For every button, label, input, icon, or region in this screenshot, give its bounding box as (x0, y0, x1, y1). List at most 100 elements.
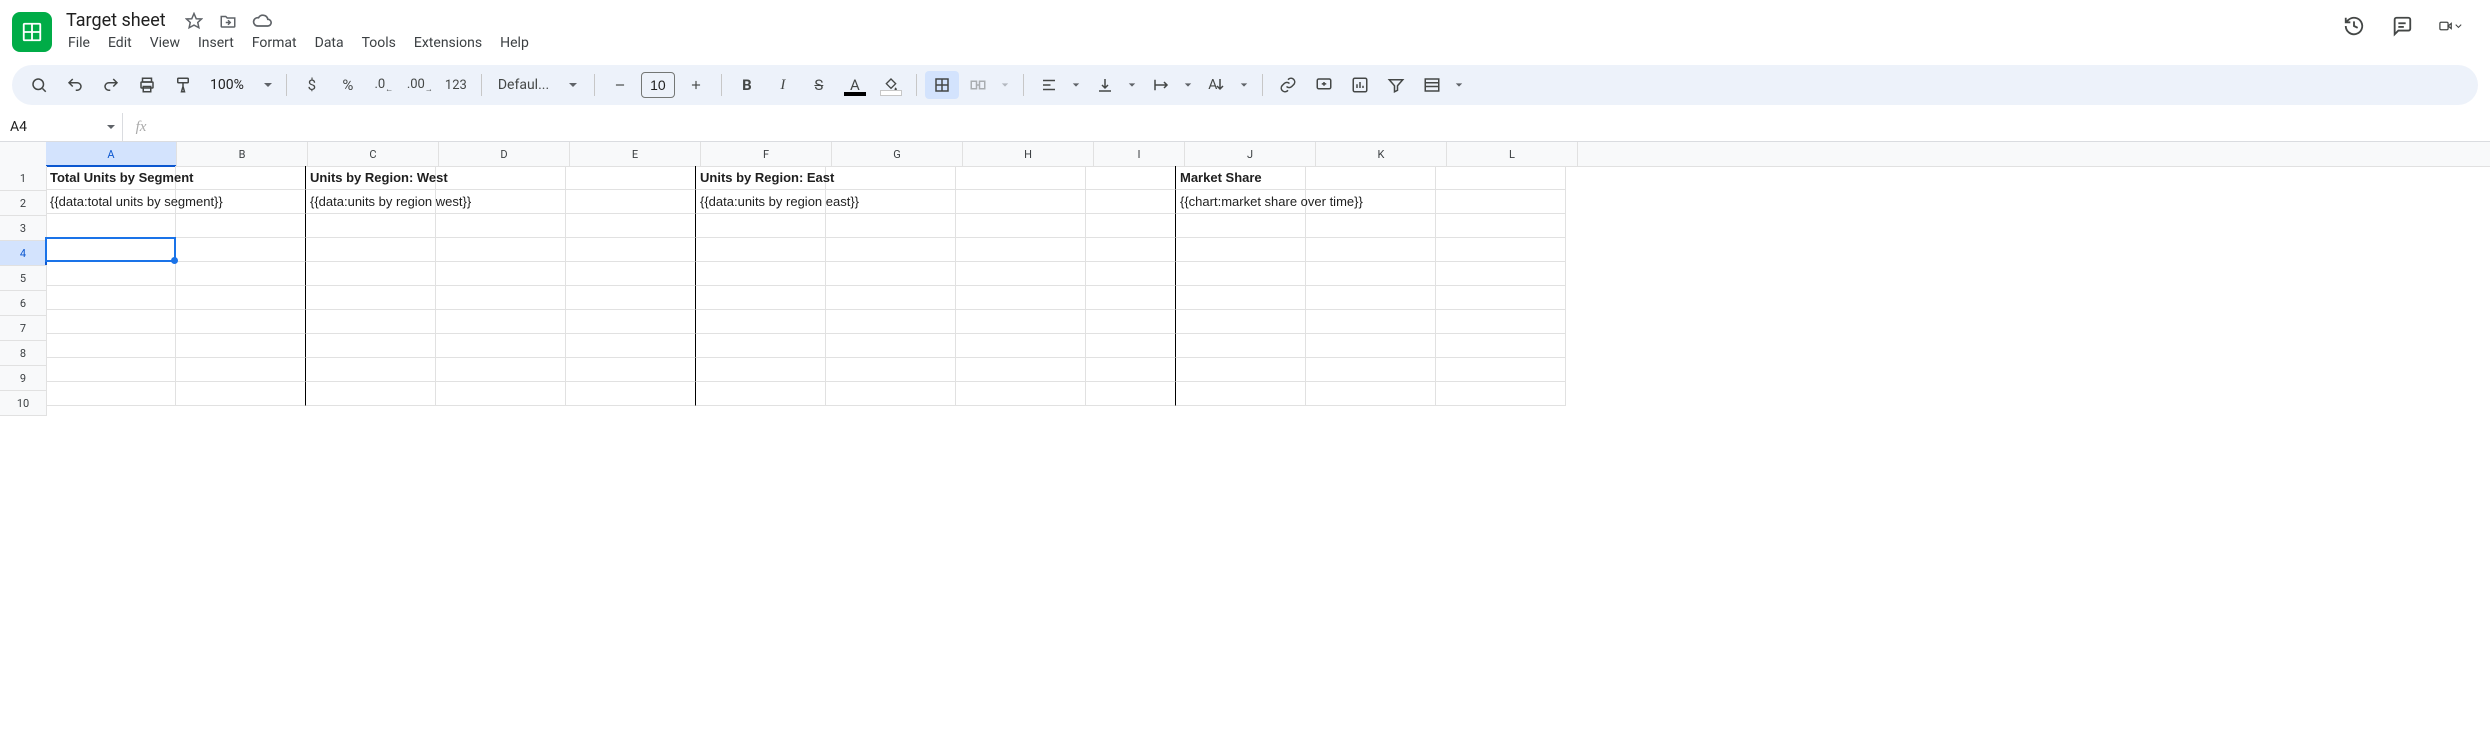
fill-color-button[interactable] (874, 71, 908, 99)
col-header-D[interactable]: D (439, 142, 570, 166)
text-rotation-button[interactable]: A (1200, 71, 1234, 99)
cell-H1[interactable] (956, 166, 1086, 190)
cell-E4[interactable] (566, 238, 696, 262)
cell-J1[interactable]: Market Share (1176, 166, 1306, 190)
cell-C9[interactable] (306, 358, 436, 382)
cell-I10[interactable] (1086, 382, 1176, 406)
cell-K5[interactable] (1306, 262, 1436, 286)
cell-C6[interactable] (306, 286, 436, 310)
menu-tools[interactable]: Tools (354, 31, 404, 55)
cell-D4[interactable] (436, 238, 566, 262)
cell-I9[interactable] (1086, 358, 1176, 382)
increase-decimal-button[interactable]: .00→ (403, 71, 437, 99)
row-header-5[interactable]: 5 (0, 266, 46, 291)
menu-data[interactable]: Data (307, 31, 352, 55)
font-size-input[interactable] (641, 72, 675, 98)
v-align-dropdown-icon[interactable] (1122, 81, 1142, 89)
cell-B3[interactable] (176, 214, 306, 238)
cell-B1[interactable] (176, 166, 306, 190)
cell-L7[interactable] (1436, 310, 1566, 334)
paint-format-button[interactable] (166, 71, 200, 99)
more-formats-button[interactable]: 123 (439, 71, 473, 99)
print-button[interactable] (130, 71, 164, 99)
cell-E2[interactable] (566, 190, 696, 214)
cell-E5[interactable] (566, 262, 696, 286)
star-icon[interactable] (182, 9, 206, 33)
cell-A2[interactable]: {{data:total units by segment}} (46, 190, 176, 214)
menu-edit[interactable]: Edit (100, 31, 140, 55)
cell-H2[interactable] (956, 190, 1086, 214)
cell-G2[interactable] (826, 190, 956, 214)
cell-J8[interactable] (1176, 334, 1306, 358)
redo-button[interactable] (94, 71, 128, 99)
cell-D7[interactable] (436, 310, 566, 334)
formula-bar-input[interactable] (159, 113, 2490, 141)
cell-I1[interactable] (1086, 166, 1176, 190)
cell-K4[interactable] (1306, 238, 1436, 262)
cell-C1[interactable]: Units by Region: West (306, 166, 436, 190)
borders-button[interactable] (925, 71, 959, 99)
insert-comment-button[interactable] (1307, 71, 1341, 99)
menu-view[interactable]: View (142, 31, 188, 55)
cell-H4[interactable] (956, 238, 1086, 262)
cell-G9[interactable] (826, 358, 956, 382)
cell-F7[interactable] (696, 310, 826, 334)
cell-I3[interactable] (1086, 214, 1176, 238)
cell-E3[interactable] (566, 214, 696, 238)
undo-button[interactable] (58, 71, 92, 99)
insert-chart-button[interactable] (1343, 71, 1377, 99)
cell-G1[interactable] (826, 166, 956, 190)
table-view-dropdown-icon[interactable] (1449, 81, 1469, 89)
cell-I4[interactable] (1086, 238, 1176, 262)
cell-C4[interactable] (306, 238, 436, 262)
cell-F8[interactable] (696, 334, 826, 358)
row-header-7[interactable]: 7 (0, 316, 46, 341)
cell-K6[interactable] (1306, 286, 1436, 310)
col-header-L[interactable]: L (1447, 142, 1578, 166)
name-box[interactable]: A4 (0, 113, 123, 141)
row-header-3[interactable]: 3 (0, 216, 46, 241)
menu-format[interactable]: Format (244, 31, 305, 55)
cell-B10[interactable] (176, 382, 306, 406)
cell-L4[interactable] (1436, 238, 1566, 262)
cell-L5[interactable] (1436, 262, 1566, 286)
cell-L1[interactable] (1436, 166, 1566, 190)
cell-B7[interactable] (176, 310, 306, 334)
cell-K1[interactable] (1306, 166, 1436, 190)
cell-E9[interactable] (566, 358, 696, 382)
col-header-G[interactable]: G (832, 142, 963, 166)
cell-G7[interactable] (826, 310, 956, 334)
cell-A10[interactable] (46, 382, 176, 406)
menu-insert[interactable]: Insert (190, 31, 242, 55)
cell-F9[interactable] (696, 358, 826, 382)
strikethrough-button[interactable]: S (802, 71, 836, 99)
cell-F10[interactable] (696, 382, 826, 406)
cell-F5[interactable] (696, 262, 826, 286)
rotation-dropdown-icon[interactable] (1234, 81, 1254, 89)
cell-A1[interactable]: Total Units by Segment (46, 166, 176, 190)
cell-B9[interactable] (176, 358, 306, 382)
cell-J5[interactable] (1176, 262, 1306, 286)
decrease-decimal-button[interactable]: .0← (367, 71, 401, 99)
cell-F6[interactable] (696, 286, 826, 310)
cell-C8[interactable] (306, 334, 436, 358)
col-header-F[interactable]: F (701, 142, 832, 166)
text-wrap-button[interactable] (1144, 71, 1178, 99)
cell-A7[interactable] (46, 310, 176, 334)
cell-G8[interactable] (826, 334, 956, 358)
cell-A9[interactable] (46, 358, 176, 382)
vertical-align-button[interactable] (1088, 71, 1122, 99)
menu-file[interactable]: File (60, 31, 98, 55)
col-header-A[interactable]: A (46, 142, 177, 166)
font-family-dropdown[interactable]: Defaul... (490, 71, 586, 99)
menu-help[interactable]: Help (492, 31, 537, 55)
history-icon[interactable] (2342, 14, 2366, 38)
cell-K2[interactable] (1306, 190, 1436, 214)
table-view-button[interactable] (1415, 71, 1449, 99)
col-header-C[interactable]: C (308, 142, 439, 166)
filter-button[interactable] (1379, 71, 1413, 99)
cell-F4[interactable] (696, 238, 826, 262)
cell-H7[interactable] (956, 310, 1086, 334)
cell-E8[interactable] (566, 334, 696, 358)
h-align-dropdown-icon[interactable] (1066, 81, 1086, 89)
